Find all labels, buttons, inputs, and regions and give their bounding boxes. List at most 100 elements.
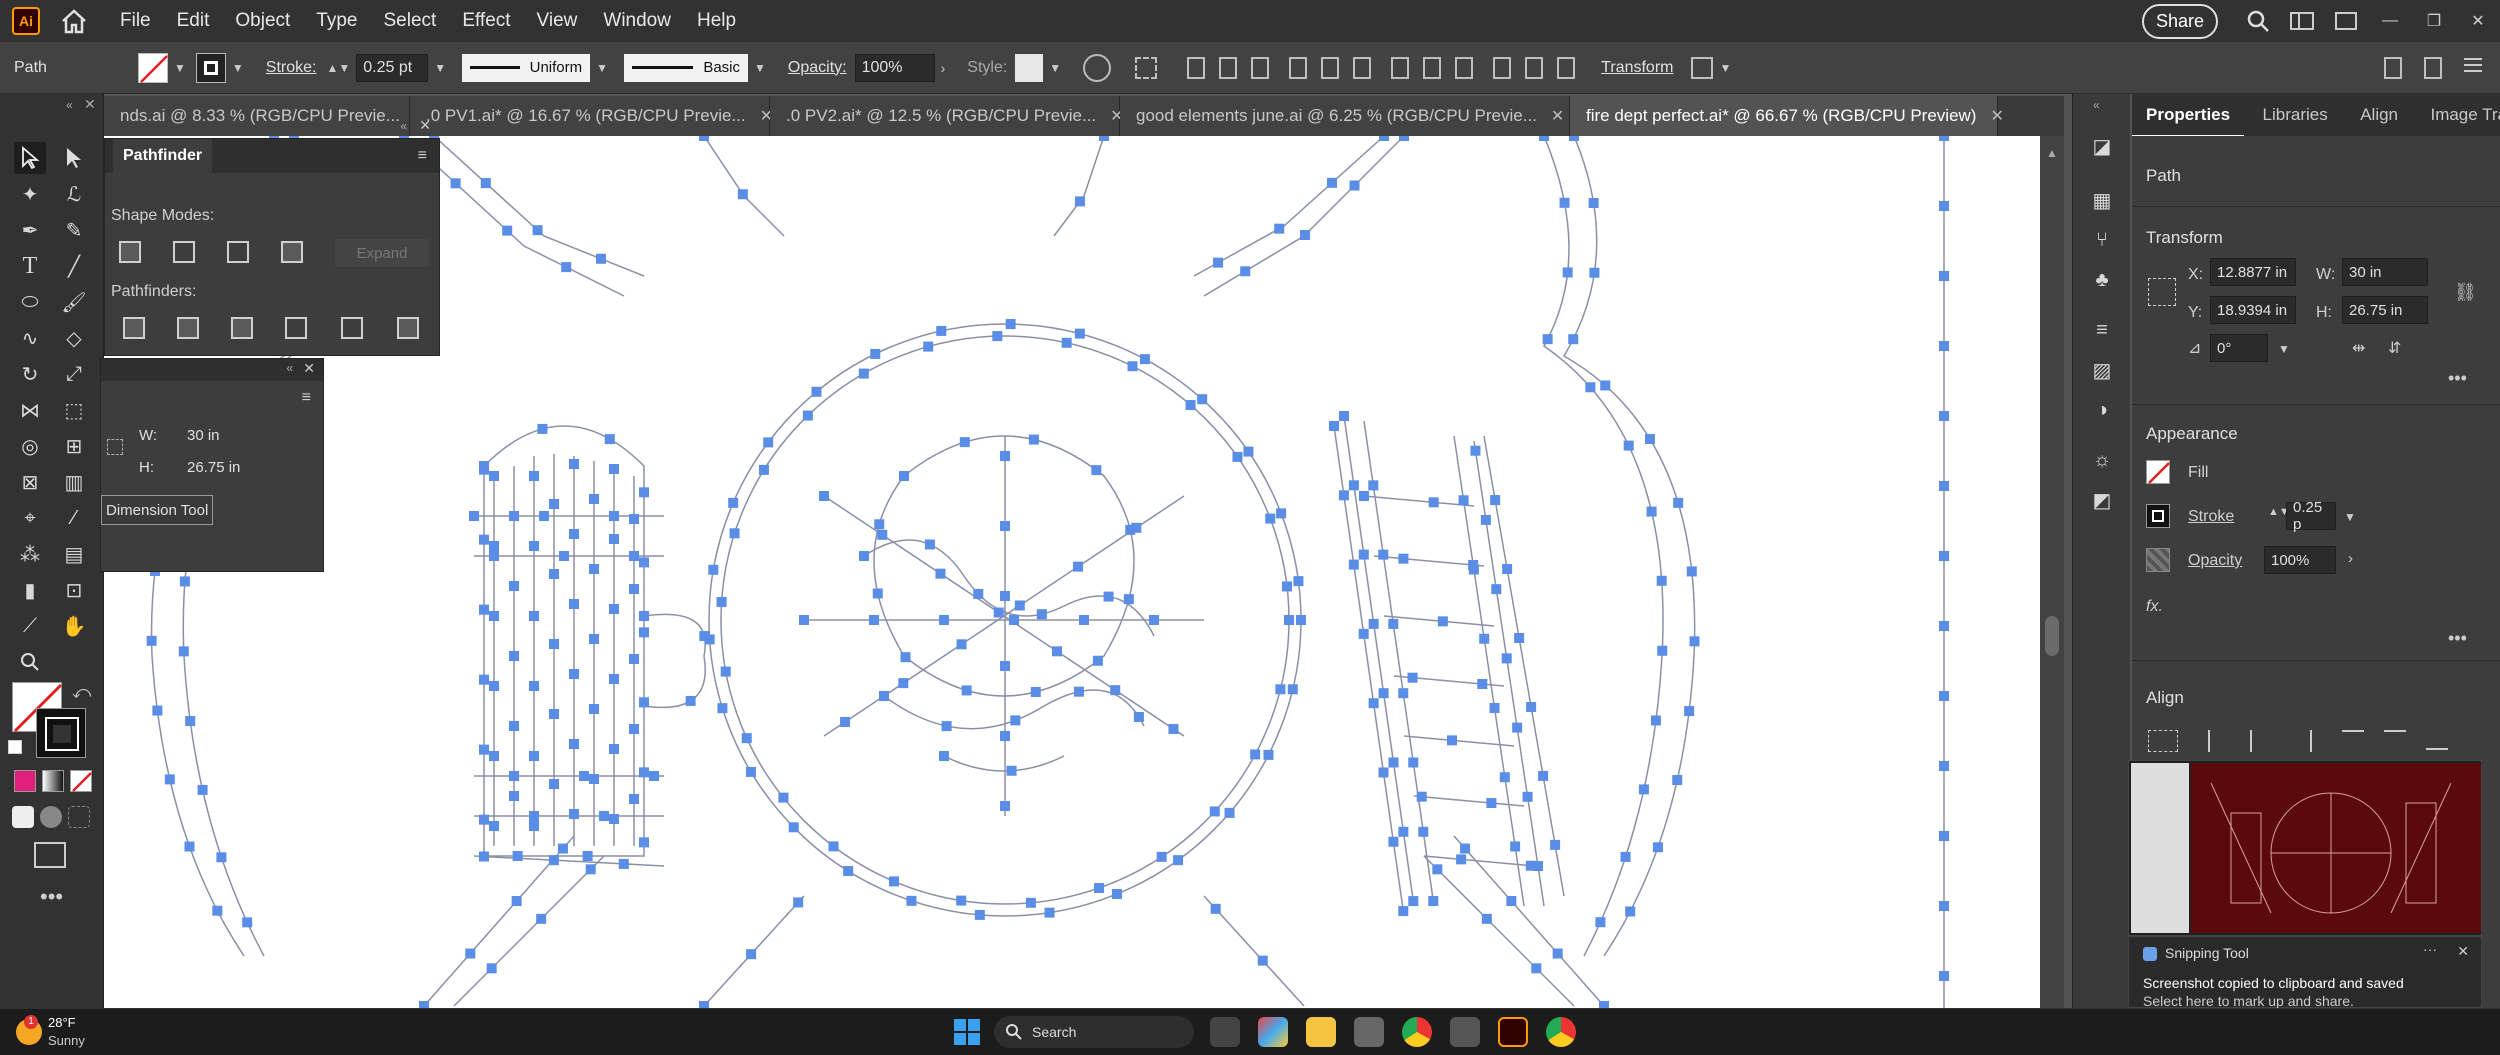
stroke-weight-field[interactable]: 0.25 pt xyxy=(356,53,429,82)
bar-graph-icon[interactable]: ▮ xyxy=(14,574,46,606)
anchor-point[interactable] xyxy=(993,607,1004,618)
anchor-point[interactable] xyxy=(811,386,822,397)
anchor-point[interactable] xyxy=(536,913,547,924)
anchor-point[interactable] xyxy=(1569,136,1579,141)
anchor-point[interactable] xyxy=(1514,632,1525,643)
anchor-point[interactable] xyxy=(729,528,740,539)
anchor-point[interactable] xyxy=(1368,480,1379,491)
anchor-point[interactable] xyxy=(1284,615,1294,625)
outline-icon[interactable] xyxy=(341,317,363,339)
arrange-documents-icon[interactable] xyxy=(2324,6,2368,36)
mesh-tool-icon[interactable]: ⊠ xyxy=(14,466,46,498)
anchor-point[interactable] xyxy=(1030,686,1041,697)
anchor-point[interactable] xyxy=(1257,955,1268,966)
anchor-point[interactable] xyxy=(1000,521,1010,531)
collapse-dock-icon[interactable]: « xyxy=(2093,98,2100,112)
anchor-point[interactable] xyxy=(152,705,163,716)
anchor-point[interactable] xyxy=(1061,337,1072,348)
anchor-point[interactable] xyxy=(1010,715,1021,726)
trim-icon[interactable] xyxy=(177,317,199,339)
anchor-point[interactable] xyxy=(479,464,489,475)
align-bottom-icon[interactable] xyxy=(2426,730,2448,750)
anchor-point[interactable] xyxy=(629,654,639,664)
anchor-point[interactable] xyxy=(609,674,619,684)
anchor-point[interactable] xyxy=(609,744,619,754)
anchor-point[interactable] xyxy=(1168,723,1179,734)
flip-horizontal-icon[interactable]: ⇹ xyxy=(2352,338,2365,358)
anchor-point[interactable] xyxy=(1446,735,1457,746)
anchor-point[interactable] xyxy=(1000,731,1010,741)
close-panel-icon[interactable]: ✕ xyxy=(303,360,315,377)
anchor-point[interactable] xyxy=(1939,761,1949,771)
anchor-point[interactable] xyxy=(1051,646,1062,657)
anchor-point[interactable] xyxy=(1368,618,1379,629)
anchor-point[interactable] xyxy=(1094,882,1105,893)
anchor-point[interactable] xyxy=(1092,655,1103,666)
w-value[interactable]: 30 in xyxy=(187,427,220,444)
anchor-point[interactable] xyxy=(939,751,949,761)
artboard-tool-icon[interactable]: ⊡ xyxy=(58,574,90,606)
anchor-point[interactable] xyxy=(529,681,539,691)
anchor-point[interactable] xyxy=(1552,948,1563,959)
anchor-point[interactable] xyxy=(1468,560,1479,571)
file-explorer-icon[interactable] xyxy=(1306,1017,1336,1047)
draw-inside-icon[interactable] xyxy=(68,806,90,828)
brush-dropdown-icon[interactable]: ▼ xyxy=(754,61,766,75)
menu-window[interactable]: Window xyxy=(603,10,671,32)
rotate-tool-icon[interactable]: ↻ xyxy=(14,358,46,390)
anchor-point[interactable] xyxy=(549,709,559,719)
anchor-point[interactable] xyxy=(1133,711,1144,722)
opacity-field[interactable]: 100% xyxy=(2264,546,2336,574)
anchor-point[interactable] xyxy=(1399,136,1409,141)
anchor-point[interactable] xyxy=(1588,198,1599,209)
anchor-point[interactable] xyxy=(478,851,489,862)
anchor-point[interactable] xyxy=(164,774,175,785)
stroke-label[interactable]: Stroke: xyxy=(266,59,317,77)
anchor-point[interactable] xyxy=(1349,180,1360,191)
anchor-point[interactable] xyxy=(1149,615,1159,625)
anchor-point[interactable] xyxy=(539,511,549,521)
anchor-point[interactable] xyxy=(1139,354,1150,365)
anchor-point[interactable] xyxy=(1197,394,1208,405)
collapse-panel-icon[interactable]: « xyxy=(286,361,293,375)
anchor-point[interactable] xyxy=(502,225,513,236)
anchor-point[interactable] xyxy=(746,949,757,960)
anchor-point[interactable] xyxy=(1432,864,1443,875)
anchor-point[interactable] xyxy=(1550,839,1561,850)
anchor-point[interactable] xyxy=(737,189,748,200)
anchor-point[interactable] xyxy=(1585,382,1596,393)
anchor-point[interactable] xyxy=(888,876,899,887)
anchor-point[interactable] xyxy=(1939,691,1949,701)
anchor-point[interactable] xyxy=(1652,842,1663,853)
anchor-point[interactable] xyxy=(959,437,970,448)
anchor-point[interactable] xyxy=(609,511,619,521)
direct-selection-tool-icon[interactable] xyxy=(58,142,90,174)
magic-wand-tool-icon[interactable]: ✦ xyxy=(14,178,46,210)
free-transform-tool-icon[interactable]: ⬚ xyxy=(58,394,90,426)
scale-tool-icon[interactable]: ⤢ xyxy=(58,358,90,390)
anchor-point[interactable] xyxy=(728,497,739,508)
anchor-point[interactable] xyxy=(529,811,539,821)
notification-close-icon[interactable]: ✕ xyxy=(2457,943,2469,960)
anchor-point[interactable] xyxy=(859,551,869,561)
tab-document-3[interactable]: .0 PV2.ai* @ 12.5 % (RGB/CPU Previe... ✕ xyxy=(770,96,1124,136)
align-bottom-icon[interactable] xyxy=(1353,56,1372,79)
notification-more-icon[interactable]: ··· xyxy=(2423,941,2437,957)
anchor-point[interactable] xyxy=(216,852,227,863)
anchor-point[interactable] xyxy=(489,611,499,621)
illustrator-taskbar-icon[interactable] xyxy=(1498,1017,1528,1047)
anchor-point[interactable] xyxy=(1300,229,1311,240)
anchor-point[interactable] xyxy=(1240,266,1251,277)
anchor-point[interactable] xyxy=(939,615,949,625)
anchor-point[interactable] xyxy=(1359,491,1369,501)
anchor-point[interactable] xyxy=(1458,495,1469,506)
home-icon[interactable] xyxy=(54,5,94,37)
anchor-point[interactable] xyxy=(1481,913,1492,924)
anchor-point[interactable] xyxy=(973,588,984,599)
anchor-point[interactable] xyxy=(1326,177,1337,188)
anchor-point[interactable] xyxy=(1388,836,1399,847)
anchor-point[interactable] xyxy=(604,434,615,445)
anchor-point[interactable] xyxy=(1339,411,1349,421)
stroke-weight-dropdown-icon[interactable]: ▼ xyxy=(434,61,446,75)
anchor-point[interactable] xyxy=(629,514,639,524)
